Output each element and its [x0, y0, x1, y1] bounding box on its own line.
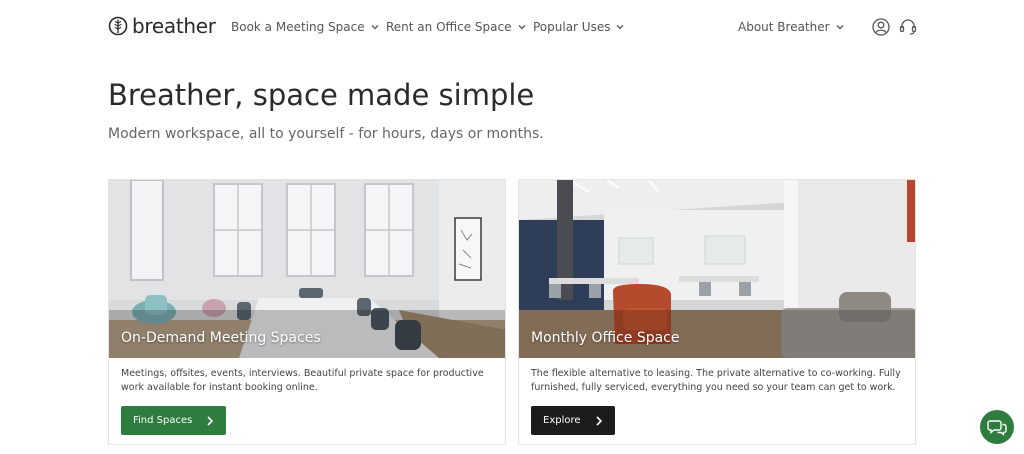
- chevron-down-icon: [617, 25, 624, 30]
- nav-label: Rent an Office Space: [386, 20, 512, 34]
- nav-popular-uses[interactable]: Popular Uses: [533, 20, 624, 34]
- breather-leaf-icon: [108, 16, 128, 36]
- card-title: Monthly Office Space: [531, 330, 680, 346]
- card-title: On-Demand Meeting Spaces: [121, 330, 321, 346]
- nav-label: Popular Uses: [533, 20, 611, 34]
- chevron-down-icon: [518, 25, 525, 30]
- chevron-right-icon: [207, 415, 214, 426]
- nav-label: About Breather: [738, 20, 830, 34]
- card-description: The flexible alternative to leasing. The…: [531, 368, 901, 393]
- headset-support-icon[interactable]: [898, 17, 918, 37]
- button-label: Explore: [543, 415, 581, 426]
- nav-rent-office-space[interactable]: Rent an Office Space: [386, 20, 526, 34]
- meeting-spaces-card: On-Demand Meeting Spaces Meetings, offsi…: [108, 179, 506, 445]
- page-title: Breather, space made simple: [108, 78, 535, 112]
- chevron-down-icon: [371, 25, 379, 30]
- office-space-image[interactable]: Monthly Office Space: [519, 180, 915, 358]
- explore-button[interactable]: Explore: [531, 406, 615, 435]
- nav-label: Book a Meeting Space: [231, 20, 365, 34]
- meeting-room-image[interactable]: On-Demand Meeting Spaces: [109, 180, 505, 358]
- logo-text: breather: [132, 14, 216, 38]
- chat-bubbles-icon: [987, 420, 1007, 436]
- chevron-right-icon: [595, 415, 602, 426]
- nav-about-breather[interactable]: About Breather: [738, 20, 844, 34]
- breather-logo[interactable]: breather: [108, 14, 216, 38]
- chat-launcher-button[interactable]: [980, 410, 1014, 444]
- card-description: Meetings, offsites, events, interviews. …: [121, 368, 484, 393]
- user-account-icon[interactable]: [871, 17, 891, 37]
- button-label: Find Spaces: [133, 415, 193, 426]
- page-subtitle: Modern workspace, all to yourself - for …: [108, 126, 544, 142]
- site-header: breather Book a Meeting Space Rent an Of…: [0, 0, 1024, 56]
- office-space-card: Monthly Office Space The flexible altern…: [518, 179, 916, 445]
- find-spaces-button[interactable]: Find Spaces: [121, 406, 227, 435]
- nav-book-meeting-space[interactable]: Book a Meeting Space: [231, 20, 379, 34]
- chevron-down-icon: [836, 25, 844, 30]
